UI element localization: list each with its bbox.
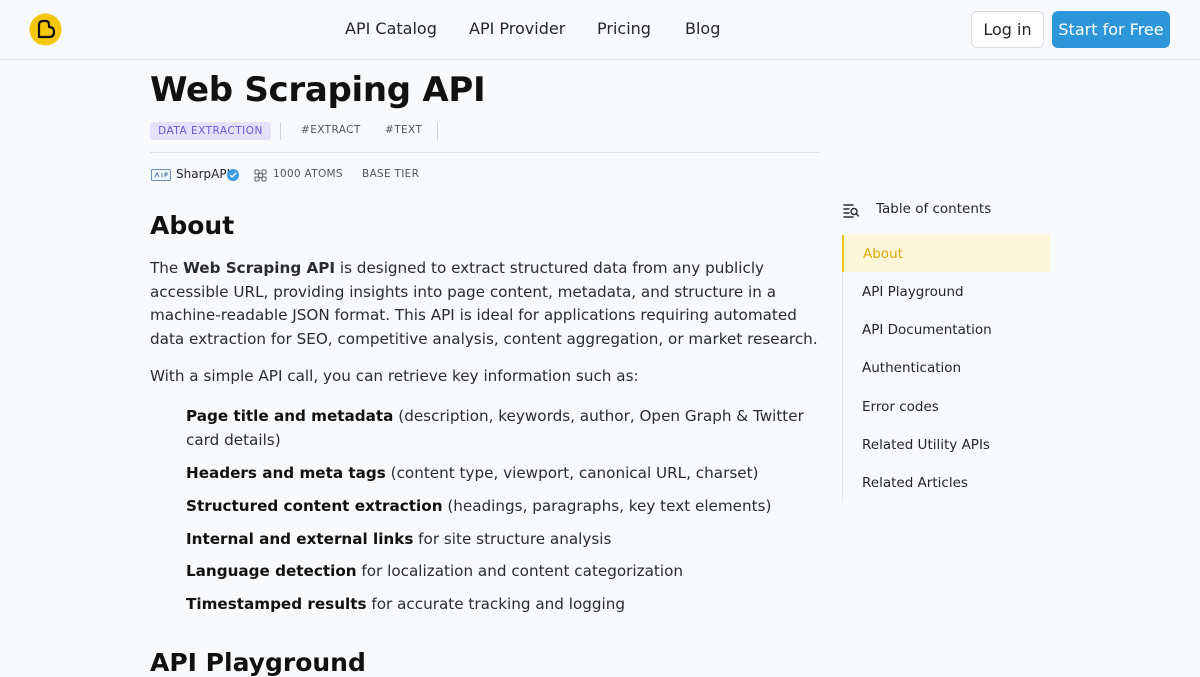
toc-item-related-articles[interactable]: Related Articles	[843, 464, 1051, 501]
feature-title: Structured content extraction	[186, 497, 443, 515]
top-header: API Catalog API Provider Pricing Blog Lo…	[0, 0, 1200, 60]
toc-item-authentication[interactable]: Authentication	[843, 349, 1051, 386]
feature-title: Language detection	[186, 562, 357, 580]
toc-search-icon	[843, 204, 860, 218]
tier-label: BASE TIER	[362, 168, 420, 180]
about-lead: With a simple API call, you can retrieve…	[150, 367, 639, 385]
list-item: Page title and metadata (description, ke…	[186, 404, 826, 452]
hashtag-extract[interactable]: #EXTRACT	[301, 124, 361, 136]
nav-api-provider[interactable]: API Provider	[469, 19, 565, 38]
list-item: Headers and meta tags (content type, vie…	[186, 461, 826, 485]
atoms-cost: 1000 ATOMS	[273, 168, 343, 180]
toc-list: About API Playground API Documentation A…	[842, 235, 1051, 502]
category-tag[interactable]: DATA EXTRACTION	[150, 122, 271, 140]
list-item: Internal and external links for site str…	[186, 527, 826, 551]
feature-text: for accurate tracking and logging	[366, 595, 626, 613]
feature-text: for localization and content categorizat…	[356, 562, 684, 580]
toc-item-about[interactable]: About	[842, 235, 1050, 272]
toc-title: Table of contents	[876, 201, 992, 217]
hashtag-text[interactable]: #TEXT	[385, 124, 422, 136]
tag-divider	[437, 122, 438, 140]
api-playground-heading: API Playground	[150, 648, 366, 677]
provider-logo-icon	[151, 169, 171, 181]
intro-api-name: Web Scraping API	[183, 259, 336, 277]
atoms-icon	[254, 169, 267, 182]
verified-badge-icon	[227, 169, 239, 181]
login-button[interactable]: Log in	[971, 11, 1044, 48]
title-divider	[150, 152, 819, 153]
about-intro: The Web Scraping API is designed to extr…	[150, 257, 820, 351]
list-item: Structured content extraction (headings,…	[186, 494, 826, 518]
feature-title: Headers and meta tags	[186, 464, 386, 482]
feature-title: Page title and metadata	[186, 407, 394, 425]
list-item: Language detection for localization and …	[186, 559, 826, 583]
feature-text: for site structure analysis	[413, 530, 612, 548]
nav-pricing[interactable]: Pricing	[597, 19, 651, 38]
feature-list: Page title and metadata (description, ke…	[186, 404, 826, 616]
feature-text: (headings, paragraphs, key text elements…	[442, 497, 772, 515]
start-for-free-button[interactable]: Start for Free	[1052, 11, 1170, 48]
toc-item-api-documentation[interactable]: API Documentation	[843, 311, 1051, 348]
toc-item-error-codes[interactable]: Error codes	[843, 388, 1051, 425]
intro-prefix: The	[150, 259, 184, 277]
feature-title: Internal and external links	[186, 530, 414, 548]
toc-item-related-utility-apis[interactable]: Related Utility APIs	[843, 426, 1051, 463]
feature-text: (content type, viewport, canonical URL, …	[385, 464, 759, 482]
provider-name[interactable]: SharpAPI	[176, 167, 230, 181]
tag-divider	[280, 122, 281, 140]
list-item: Timestamped results for accurate trackin…	[186, 592, 826, 616]
nav-blog[interactable]: Blog	[685, 19, 720, 38]
about-heading: About	[150, 211, 235, 240]
page-title: Web Scraping API	[150, 70, 486, 110]
feature-title: Timestamped results	[186, 595, 367, 613]
toc-item-api-playground[interactable]: API Playground	[843, 273, 1051, 310]
nav-api-catalog[interactable]: API Catalog	[345, 19, 437, 38]
